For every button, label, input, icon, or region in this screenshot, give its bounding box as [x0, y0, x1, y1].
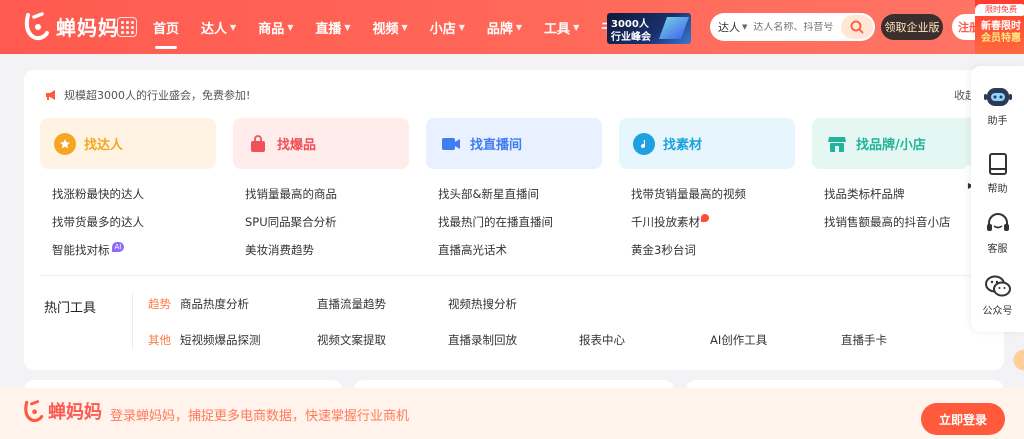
- link-top-new-live-rooms[interactable]: 找头部&新星直播间: [438, 186, 618, 214]
- category-find-influencer[interactable]: 找达人: [40, 118, 216, 169]
- nav-item-home[interactable]: 首页: [153, 0, 179, 54]
- robot-icon: [983, 88, 1012, 106]
- link-beauty-trends[interactable]: 美妆消费趋势: [245, 242, 425, 270]
- chevron-down-icon: ▼: [573, 22, 580, 32]
- link-fastest-growing-influencer[interactable]: 找涨粉最快的达人: [52, 186, 232, 214]
- star-icon: [54, 132, 76, 155]
- side-panel: 助手 帮助 客服 公众号: [971, 66, 1024, 332]
- chevron-down-icon: ▼: [458, 22, 465, 32]
- login-now-button[interactable]: 立即登录: [921, 403, 1005, 435]
- section-divider: [40, 275, 988, 276]
- book-icon: [988, 153, 1007, 175]
- ai-badge: AI: [111, 242, 125, 252]
- apps-grid-icon[interactable]: [117, 17, 137, 37]
- category-find-product[interactable]: 找爆品: [233, 118, 409, 169]
- top-header: 蝉妈妈 首页 达人▼ 商品▼ 直播▼ 视频▼ 小店▼ 品牌▼ 工具▼ 干货▼ 3…: [0, 0, 1024, 54]
- cicada-logo-icon: [24, 400, 44, 423]
- category-find-brand-shop[interactable]: 找品牌/小店: [812, 118, 988, 169]
- link-top-selling-videos[interactable]: 找带货销量最高的视频: [631, 186, 811, 214]
- link-smart-benchmark[interactable]: 智能找对标 AI: [52, 242, 232, 270]
- tool-video-product-detect[interactable]: 短视频爆品探测: [180, 332, 261, 348]
- search-box: 达人 ▼: [710, 13, 875, 41]
- chevron-down-icon: ▼: [401, 22, 408, 32]
- tool-video-copy-extract[interactable]: 视频文案提取: [317, 332, 386, 348]
- bag-icon: [247, 133, 269, 155]
- link-live-highlight-scripts[interactable]: 直播高光话术: [438, 242, 618, 270]
- link-top-selling-influencer[interactable]: 找带货最多的达人: [52, 214, 232, 242]
- bottom-brand-logo: 蝉妈妈: [22, 398, 102, 424]
- tools-row-label: 其他: [148, 333, 171, 347]
- side-item-help[interactable]: 帮助: [971, 152, 1024, 195]
- category-links-influencer: 找涨粉最快的达人 找带货最多的达人 智能找对标 AI: [52, 186, 232, 270]
- music-icon: [633, 132, 655, 155]
- link-spu-analysis[interactable]: SPU同品聚合分析: [245, 214, 425, 242]
- tool-report-center[interactable]: 报表中心: [579, 332, 625, 348]
- nav-item-tools[interactable]: 工具 ▼: [544, 0, 579, 54]
- wechat-icon: [984, 275, 1011, 297]
- search-input[interactable]: [753, 21, 846, 33]
- brand-logo[interactable]: 蝉妈妈: [22, 11, 119, 41]
- tool-live-replay[interactable]: 直播录制回放: [448, 332, 517, 348]
- tool-live-card[interactable]: 直播手卡: [841, 332, 887, 348]
- category-find-material[interactable]: 找素材: [619, 118, 795, 169]
- category-find-live-room[interactable]: 找直播间: [426, 118, 602, 169]
- cicada-logo-icon: [24, 12, 49, 41]
- shop-icon: [826, 133, 848, 155]
- chevron-down-icon: ▼: [287, 22, 294, 32]
- notice-text: 规模超3000人的行业盛会，免费参加!: [64, 89, 251, 102]
- hot-dot-icon: [701, 214, 709, 222]
- summit-banner[interactable]: 3000人 行业峰会: [607, 13, 691, 44]
- tool-ai-creation[interactable]: AI创作工具: [710, 332, 767, 348]
- notice-bar[interactable]: 规模超3000人的行业盛会，免费参加!: [44, 87, 250, 103]
- main-nav: 首页 达人▼ 商品▼ 直播▼ 视频▼ 小店▼ 品牌▼ 工具▼ 干货▼: [153, 0, 658, 54]
- decoration: [1008, 340, 1024, 380]
- side-item-wechat[interactable]: 公众号: [971, 274, 1024, 317]
- link-top-sales-product[interactable]: 找销量最高的商品: [245, 186, 425, 214]
- login-prompt-text: 登录蝉妈妈，捕捉更多电商数据，快速掌握行业商机: [110, 409, 410, 424]
- headset-icon: [986, 213, 1009, 231]
- chevron-down-icon: ▼: [515, 22, 523, 32]
- search-icon: [850, 20, 864, 34]
- tool-video-hot-search[interactable]: 视频热搜分析: [448, 296, 517, 312]
- side-item-assistant[interactable]: 助手: [971, 84, 1024, 127]
- nav-item-brand[interactable]: 品牌 ▼: [487, 0, 522, 54]
- enterprise-button[interactable]: 领取企业版: [881, 14, 943, 40]
- megaphone-icon: [46, 90, 55, 100]
- tool-live-traffic[interactable]: 直播流量趋势: [317, 296, 386, 312]
- brand-name: 蝉妈妈: [56, 15, 119, 40]
- tools-row-label: 趋势: [148, 297, 171, 311]
- hot-tools-title: 热门工具: [44, 301, 97, 316]
- nav-item-live[interactable]: 直播 ▼: [315, 0, 350, 54]
- side-item-customer-service[interactable]: 客服: [971, 212, 1024, 255]
- link-golden-3s-lines[interactable]: 黄金3秒台词: [631, 242, 811, 270]
- search-button[interactable]: [841, 15, 873, 39]
- nav-item-influencers[interactable]: 达人 ▼: [201, 0, 236, 54]
- nav-item-products[interactable]: 商品 ▼: [258, 0, 293, 54]
- link-hottest-live-rooms[interactable]: 找最热门的在播直播间: [438, 214, 618, 242]
- login-prompt-bar: 蝉妈妈 登录蝉妈妈，捕捉更多电商数据，快速掌握行业商机 立即登录: [0, 388, 1024, 439]
- category-links-product: 找销量最高的商品 SPU同品聚合分析 美妆消费趋势: [245, 186, 425, 270]
- nav-item-video[interactable]: 视频 ▼: [373, 0, 408, 54]
- category-links-material: 找带货销量最高的视频 千川投放素材 黄金3秒台词: [631, 186, 811, 270]
- link-qianchuan-material[interactable]: 千川投放素材: [631, 214, 811, 242]
- quick-entry-card: 规模超3000人的行业盛会，免费参加! 收起 找达人 找爆品 找直播间 找素材 …: [24, 70, 1004, 370]
- category-links-live: 找头部&新星直播间 找最热门的在播直播间 直播高光话术: [438, 186, 618, 270]
- video-icon: [440, 133, 462, 155]
- chevron-down-icon: ▼: [344, 22, 351, 32]
- search-type-select[interactable]: 达人 ▼: [710, 19, 747, 35]
- chevron-down-icon: ▼: [742, 23, 748, 31]
- chevron-down-icon: ▼: [230, 22, 237, 32]
- nav-item-shop[interactable]: 小店 ▼: [430, 0, 465, 54]
- tools-divider: [132, 292, 133, 350]
- promo-badge[interactable]: 限时免费 新春限时 会员特惠: [975, 0, 1024, 54]
- tool-product-heat[interactable]: 商品热度分析: [180, 296, 249, 312]
